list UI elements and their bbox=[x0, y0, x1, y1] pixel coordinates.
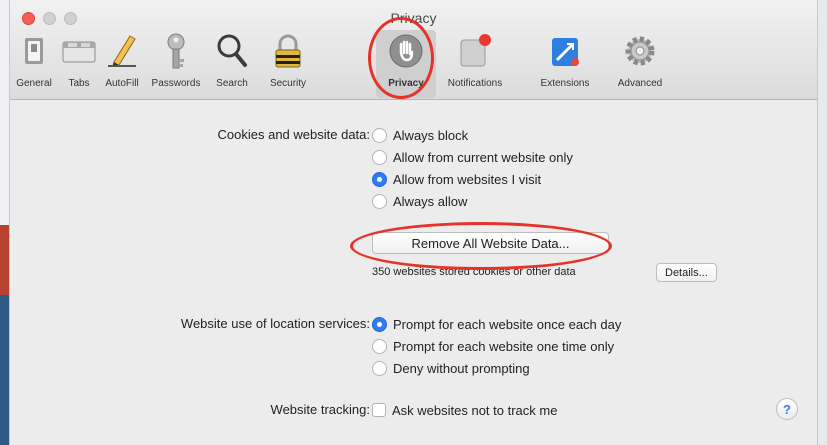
checkbox-label: Ask websites not to track me bbox=[392, 402, 558, 418]
desktop-background bbox=[0, 295, 9, 445]
lock-icon bbox=[275, 34, 301, 68]
tab-autofill[interactable]: AutoFill bbox=[98, 30, 146, 98]
cookies-always-allow-radio[interactable]: Always allow bbox=[372, 191, 467, 211]
general-switch-icon bbox=[25, 38, 43, 64]
tab-extensions-label: Extensions bbox=[540, 78, 590, 89]
radio-label: Always allow bbox=[393, 193, 468, 209]
cookies-always-block-radio[interactable]: Always block bbox=[372, 125, 468, 145]
tab-advanced-label: Advanced bbox=[617, 78, 663, 89]
radio-button[interactable] bbox=[372, 338, 387, 354]
preferences-toolbar: Privacy General Tabs AutoFill Passwords … bbox=[10, 0, 817, 100]
tab-extensions[interactable]: Extensions bbox=[530, 30, 600, 98]
location-services-label: Website use of location services: bbox=[180, 316, 370, 331]
extensions-icon bbox=[552, 38, 579, 66]
remove-all-website-data-button[interactable]: Remove All Website Data... bbox=[372, 232, 609, 254]
tab-search-label: Search bbox=[216, 78, 248, 89]
gear-icon bbox=[625, 36, 655, 66]
tab-general[interactable]: General bbox=[12, 30, 56, 98]
stored-websites-note: 350 websites stored cookies or other dat… bbox=[372, 266, 576, 278]
tab-tabs-label: Tabs bbox=[68, 78, 90, 89]
do-not-track-checkbox-row[interactable]: Ask websites not to track me bbox=[372, 400, 557, 420]
desktop-background bbox=[0, 225, 9, 295]
radio-button[interactable] bbox=[372, 360, 387, 376]
preferences-window: Privacy General Tabs AutoFill Passwords … bbox=[9, 0, 818, 445]
location-one-time-only-radio[interactable]: Prompt for each website one time only bbox=[372, 336, 614, 356]
notifications-icon bbox=[460, 34, 491, 67]
radio-button-selected[interactable] bbox=[372, 316, 387, 332]
radio-button[interactable] bbox=[372, 127, 387, 143]
tab-privacy-label: Privacy bbox=[388, 78, 424, 89]
radio-label: Deny without prompting bbox=[393, 360, 530, 376]
pencil-icon bbox=[108, 35, 136, 67]
tab-tabs[interactable]: Tabs bbox=[60, 30, 98, 98]
radio-label: Always block bbox=[393, 127, 469, 143]
radio-button[interactable] bbox=[372, 149, 387, 165]
tab-security-label: Security bbox=[269, 78, 307, 89]
tab-notifications[interactable]: Notifications bbox=[440, 30, 510, 98]
radio-label: Allow from current website only bbox=[393, 149, 573, 165]
magnifier-icon bbox=[217, 34, 247, 67]
tab-passwords-label: Passwords bbox=[151, 78, 201, 89]
tab-search[interactable]: Search bbox=[204, 30, 260, 98]
tab-passwords[interactable]: Passwords bbox=[148, 30, 204, 98]
privacy-pane: Cookies and website data: Always block A… bbox=[10, 101, 817, 445]
desktop-background bbox=[818, 0, 827, 445]
cookies-allow-current-radio[interactable]: Allow from current website only bbox=[372, 147, 573, 167]
tab-notifications-label: Notifications bbox=[447, 78, 503, 89]
radio-label: Allow from websites I visit bbox=[393, 171, 542, 187]
tabs-icon bbox=[62, 41, 96, 63]
details-button[interactable]: Details... bbox=[656, 263, 717, 282]
tab-security[interactable]: Security bbox=[260, 30, 316, 98]
tab-autofill-label: AutoFill bbox=[105, 78, 139, 89]
radio-label: Prompt for each website one time only bbox=[393, 338, 615, 354]
help-button[interactable]: ? bbox=[776, 398, 798, 420]
tab-advanced[interactable]: Advanced bbox=[610, 30, 670, 98]
window-title: Privacy bbox=[390, 10, 437, 26]
key-icon bbox=[167, 33, 185, 69]
location-once-each-day-radio[interactable]: Prompt for each website once each day bbox=[372, 314, 621, 334]
tab-general-label: General bbox=[16, 78, 52, 89]
location-deny-radio[interactable]: Deny without prompting bbox=[372, 358, 530, 378]
cookies-label: Cookies and website data: bbox=[217, 127, 370, 142]
desktop-background bbox=[0, 0, 9, 225]
radio-button[interactable] bbox=[372, 193, 387, 209]
radio-label: Prompt for each website once each day bbox=[393, 316, 622, 332]
tab-privacy[interactable]: Privacy bbox=[372, 30, 440, 98]
do-not-track-checkbox[interactable] bbox=[372, 403, 386, 417]
privacy-hand-icon bbox=[389, 34, 423, 68]
radio-button-selected[interactable] bbox=[372, 171, 387, 187]
website-tracking-label: Website tracking: bbox=[270, 402, 370, 417]
cookies-allow-visited-radio[interactable]: Allow from websites I visit bbox=[372, 169, 541, 189]
